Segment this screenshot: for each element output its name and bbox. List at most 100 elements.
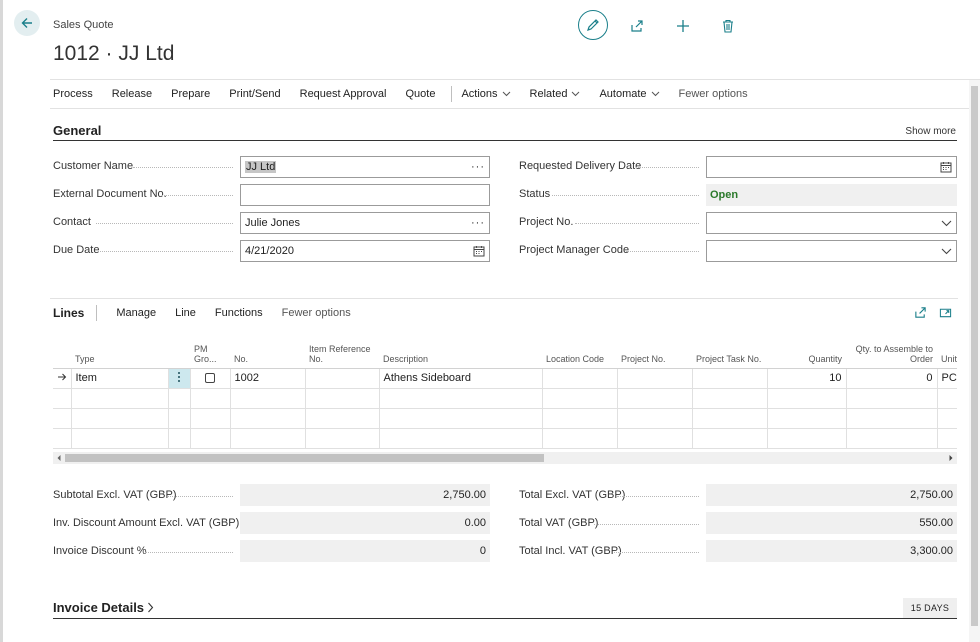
empty-cell[interactable] [230,388,306,409]
new-button[interactable] [669,12,697,40]
empty-cell[interactable] [190,428,231,449]
horizontal-scrollbar[interactable] [53,452,957,464]
col-location[interactable]: Location Code [542,336,617,369]
empty-cell[interactable] [692,388,768,409]
customer-name-field[interactable]: JJ Ltd ··· [240,156,490,178]
action-actions-menu[interactable]: Actions [458,88,520,100]
empty-cell[interactable] [692,428,768,449]
col-type[interactable]: Type [71,336,168,369]
req-delivery-field[interactable] [706,156,957,178]
col-no[interactable]: No. [230,336,305,369]
ellipsis-icon[interactable]: ··· [471,161,485,173]
share-button[interactable] [623,12,651,40]
empty-cell[interactable] [937,408,957,429]
lines-functions-menu[interactable]: Functions [215,307,263,319]
col-quantity[interactable]: Quantity [767,336,846,369]
empty-cell[interactable] [71,428,169,449]
cell-project-task[interactable] [692,368,768,389]
lines-fewer-options[interactable]: Fewer options [282,307,351,319]
show-more-link[interactable]: Show more [905,126,956,137]
empty-cell[interactable] [379,408,543,429]
inv-discount-amount-field[interactable]: 0.00 [240,512,490,534]
project-manager-field[interactable] [706,240,957,262]
project-no-field[interactable] [706,212,957,234]
empty-cell[interactable] [846,428,938,449]
empty-cell[interactable] [305,408,380,429]
empty-cell[interactable] [230,408,306,429]
action-process[interactable]: Process [50,88,103,100]
action-prepare[interactable]: Prepare [168,88,220,100]
empty-cell[interactable] [617,388,693,409]
empty-cell[interactable] [379,388,543,409]
back-button[interactable] [14,10,40,36]
delete-button[interactable] [714,12,742,40]
empty-cell[interactable] [692,408,768,429]
empty-cell[interactable] [617,428,693,449]
empty-cell[interactable] [767,388,847,409]
col-project-no[interactable]: Project No. [617,336,692,369]
scrollbar-thumb[interactable] [971,86,978,626]
empty-cell[interactable] [305,388,380,409]
checkbox[interactable] [205,373,215,384]
invoice-discount-pct-field[interactable]: 0 [240,540,490,562]
empty-cell[interactable] [71,388,169,409]
calendar-icon[interactable] [473,245,485,257]
invoice-details-header[interactable]: Invoice Details [53,600,154,615]
empty-cell[interactable] [190,388,231,409]
cell-pm-group[interactable] [190,368,231,389]
empty-cell[interactable] [767,428,847,449]
row-menu-button[interactable] [168,368,191,389]
table-row[interactable] [53,408,957,429]
cell-location[interactable] [542,368,618,389]
lines-share-button[interactable] [908,300,932,324]
cell-no[interactable]: 1002 [230,368,306,389]
table-row[interactable] [53,428,957,449]
empty-cell[interactable] [230,428,306,449]
empty-cell[interactable] [190,408,231,429]
empty-cell[interactable] [542,428,618,449]
empty-cell[interactable] [71,408,169,429]
lines-section-title[interactable]: Lines [50,305,98,321]
scroll-left-icon[interactable] [55,454,63,462]
table-row[interactable]: Item 1002 Athens Sideboard 10 0 PCS [53,368,957,389]
cell-qty-assemble[interactable]: 0 [846,368,938,389]
empty-cell[interactable] [617,408,693,429]
cell-unit[interactable]: PCS [937,368,957,389]
col-description[interactable]: Description [379,336,542,369]
table-row[interactable] [53,388,957,409]
col-item-ref[interactable]: Item Reference No. [305,336,379,369]
col-qty-assemble[interactable]: Qty. to Assemble to Order [846,336,937,369]
calendar-icon[interactable] [940,161,952,173]
scroll-right-icon[interactable] [947,454,955,462]
contact-field[interactable]: Julie Jones ··· [240,212,490,234]
empty-cell[interactable] [305,428,380,449]
empty-cell[interactable] [542,408,618,429]
general-section-title[interactable]: General [53,123,101,138]
due-date-field[interactable]: 4/21/2020 [240,240,490,262]
col-project-task[interactable]: Project Task No. [692,336,767,369]
ellipsis-icon[interactable]: ··· [471,217,485,229]
external-doc-field[interactable] [240,184,490,206]
lines-line-menu[interactable]: Line [175,307,196,319]
chevron-down-icon[interactable] [941,248,952,255]
empty-cell[interactable] [846,388,938,409]
empty-cell[interactable] [937,428,957,449]
chevron-down-icon[interactable] [941,220,952,227]
action-fewer-options[interactable]: Fewer options [676,88,758,100]
action-request-approval[interactable]: Request Approval [297,88,397,100]
action-automate-menu[interactable]: Automate [596,88,669,100]
empty-cell[interactable] [937,388,957,409]
cell-type[interactable]: Item [71,368,169,389]
col-pm-group[interactable]: PM Gro... [190,336,230,369]
cell-description[interactable]: Athens Sideboard [379,368,543,389]
empty-cell[interactable] [846,408,938,429]
empty-cell[interactable] [767,408,847,429]
cell-item-ref[interactable] [305,368,380,389]
action-related-menu[interactable]: Related [527,88,591,100]
edit-button[interactable] [578,10,608,40]
lines-manage-menu[interactable]: Manage [116,307,156,319]
col-unit[interactable]: Unit Meas... [937,336,957,369]
vertical-scrollbar[interactable] [969,80,980,642]
scrollbar-thumb[interactable] [65,454,544,462]
cell-project-no[interactable] [617,368,693,389]
